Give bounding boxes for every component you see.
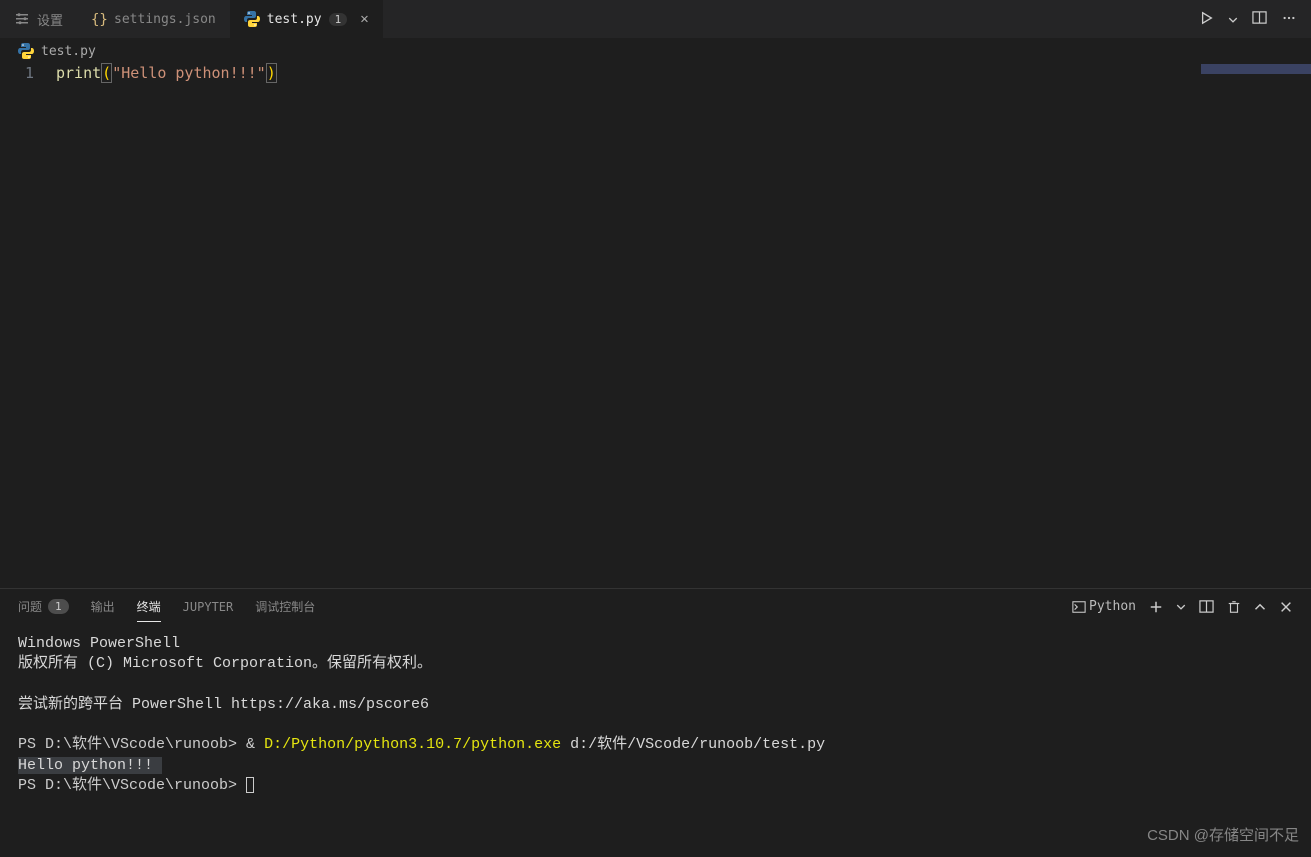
split-editor-icon[interactable] xyxy=(1252,10,1267,29)
chevron-down-icon[interactable] xyxy=(1228,10,1238,29)
terminal-type-selector[interactable]: Python xyxy=(1072,599,1136,614)
python-icon xyxy=(244,11,260,27)
panel-tab-label: 终端 xyxy=(137,598,161,615)
settings-icon xyxy=(14,11,30,27)
terminal-cursor xyxy=(246,777,254,793)
tab-test-py[interactable]: test.py 1 ✕ xyxy=(230,0,383,38)
new-terminal-icon[interactable] xyxy=(1149,600,1163,614)
close-icon[interactable]: ✕ xyxy=(360,11,368,27)
terminal-highlighted-output: Hello python!!! xyxy=(18,757,162,774)
watermark: CSDN @存储空间不足 xyxy=(1147,824,1299,845)
panel-tab-output[interactable]: 输出 xyxy=(91,592,115,621)
kill-terminal-icon[interactable] xyxy=(1227,600,1241,614)
tab-label: test.py xyxy=(267,12,322,27)
tab-settings[interactable]: 设置 xyxy=(0,0,77,38)
code-line: print("Hello python!!!") xyxy=(56,64,277,82)
chevron-up-icon[interactable] xyxy=(1254,601,1266,613)
tab-label: 设置 xyxy=(37,10,63,29)
panel-tabs: 问题 1 输出 终端 JUPYTER 调试控制台 Python xyxy=(0,589,1311,624)
tab-settings-json[interactable]: {} settings.json xyxy=(77,0,230,38)
terminal-command-path: D:/Python/python3.10.7/python.exe xyxy=(264,736,561,753)
terminal-line: Windows PowerShell xyxy=(18,635,180,652)
minimap[interactable] xyxy=(1201,64,1311,588)
bottom-panel: 问题 1 输出 终端 JUPYTER 调试控制台 Python xyxy=(0,588,1311,857)
panel-tab-terminal[interactable]: 终端 xyxy=(137,592,161,622)
panel-tab-label: 输出 xyxy=(91,598,115,615)
json-icon: {} xyxy=(91,11,107,27)
minimap-viewport[interactable] xyxy=(1201,64,1311,74)
svg-text:{}: {} xyxy=(91,12,107,27)
tab-modified-indicator: 1 xyxy=(329,13,348,26)
panel-tab-label: 调试控制台 xyxy=(255,598,315,615)
panel-actions: Python xyxy=(1072,599,1293,614)
terminal-label: Python xyxy=(1089,599,1136,614)
terminal-line: 尝试新的跨平台 PowerShell https://aka.ms/pscore… xyxy=(18,696,429,713)
token-function: print xyxy=(56,64,101,82)
chevron-down-icon[interactable] xyxy=(1176,602,1186,612)
token-paren-open: ( xyxy=(101,63,112,83)
editor-actions xyxy=(1200,10,1311,29)
panel-tab-problems[interactable]: 问题 1 xyxy=(18,592,69,621)
panel-tab-label: JUPYTER xyxy=(183,600,234,614)
split-terminal-icon[interactable] xyxy=(1199,599,1214,614)
terminal-line: 版权所有 (C) Microsoft Corporation。保留所有权利。 xyxy=(18,655,432,672)
run-icon[interactable] xyxy=(1200,10,1214,29)
terminal-output[interactable]: Windows PowerShell 版权所有 (C) Microsoft Co… xyxy=(0,624,1311,857)
python-icon xyxy=(18,43,34,59)
line-number: 1 xyxy=(0,64,56,82)
close-panel-icon[interactable] xyxy=(1279,600,1293,614)
breadcrumb[interactable]: test.py xyxy=(0,38,1311,64)
panel-tab-debug-console[interactable]: 调试控制台 xyxy=(255,592,315,621)
code-editor[interactable]: 1 print("Hello python!!!") xyxy=(0,64,1311,588)
editor-tabs: 设置 {} settings.json test.py 1 ✕ xyxy=(0,0,1311,38)
more-icon[interactable] xyxy=(1281,10,1297,29)
problems-badge: 1 xyxy=(48,599,69,614)
panel-tab-label: 问题 xyxy=(18,598,42,615)
tab-label: settings.json xyxy=(114,12,216,27)
breadcrumb-file: test.py xyxy=(41,44,96,59)
token-string: "Hello python!!!" xyxy=(112,64,266,82)
panel-tab-jupyter[interactable]: JUPYTER xyxy=(183,594,234,620)
token-paren-close: ) xyxy=(266,63,277,83)
